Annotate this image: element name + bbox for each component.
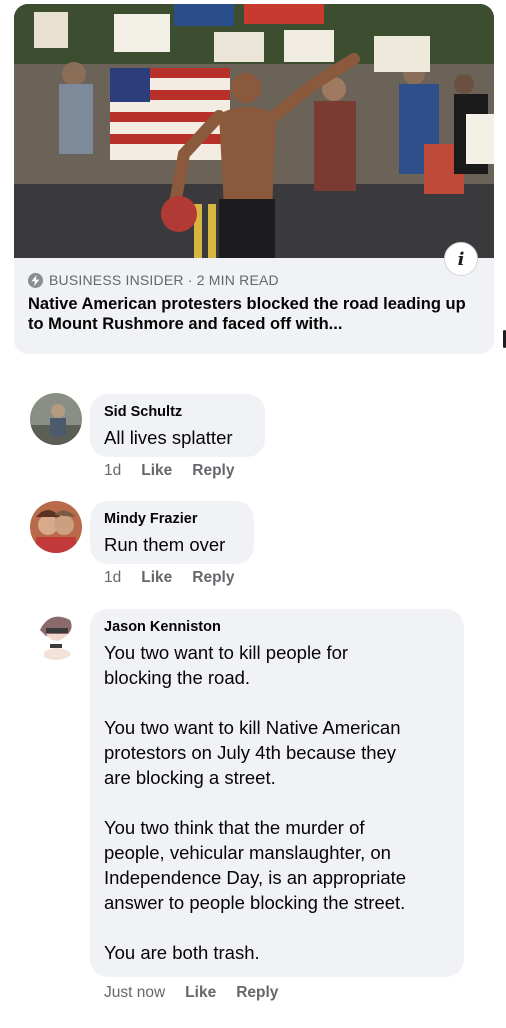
comment-text: Run them over <box>104 534 226 555</box>
article-headline[interactable]: Native American protesters blocked the r… <box>28 294 480 334</box>
comment-author[interactable]: Mindy Frazier <box>104 511 240 527</box>
comment-text: You two want to kill people for blocking… <box>104 642 407 963</box>
comment-bubble[interactable]: Mindy Frazier Run them over <box>90 501 254 564</box>
comment-author[interactable]: Sid Schultz <box>104 404 251 420</box>
article-photo[interactable] <box>14 4 494 258</box>
comment-actions: 1d Like Reply <box>104 462 234 480</box>
avatar[interactable] <box>30 608 82 660</box>
reply-button[interactable]: Reply <box>192 462 234 480</box>
comment-actions: Just now Like Reply <box>104 984 278 1002</box>
like-button[interactable]: Like <box>141 462 172 480</box>
comment-time[interactable]: 1d <box>104 569 121 587</box>
article-source-row: BUSINESS INSIDER · 2 MIN READ <box>28 272 480 288</box>
like-button[interactable]: Like <box>141 569 172 587</box>
info-icon[interactable]: i <box>444 242 478 276</box>
comment-bubble[interactable]: Sid Schultz All lives splatter <box>90 394 265 457</box>
lightning-icon <box>28 272 43 288</box>
avatar[interactable] <box>30 501 82 553</box>
comment-actions: 1d Like Reply <box>104 569 234 587</box>
article-source: BUSINESS INSIDER · 2 MIN READ <box>49 272 279 288</box>
link-preview-card[interactable]: i BUSINESS INSIDER · 2 MIN READ Native A… <box>14 4 494 354</box>
comment-text: All lives splatter <box>104 427 233 448</box>
protest-photo-illustration <box>14 4 494 258</box>
link-preview-text: BUSINESS INSIDER · 2 MIN READ Native Ame… <box>28 272 480 334</box>
reply-button[interactable]: Reply <box>192 569 234 587</box>
comment-bubble[interactable]: Jason Kenniston You two want to kill peo… <box>90 609 464 977</box>
avatar[interactable] <box>30 393 82 445</box>
reply-button[interactable]: Reply <box>236 984 278 1002</box>
comment-time[interactable]: 1d <box>104 462 121 480</box>
comment-author[interactable]: Jason Kenniston <box>104 619 450 635</box>
comment-time[interactable]: Just now <box>104 984 165 1002</box>
like-button[interactable]: Like <box>185 984 216 1002</box>
